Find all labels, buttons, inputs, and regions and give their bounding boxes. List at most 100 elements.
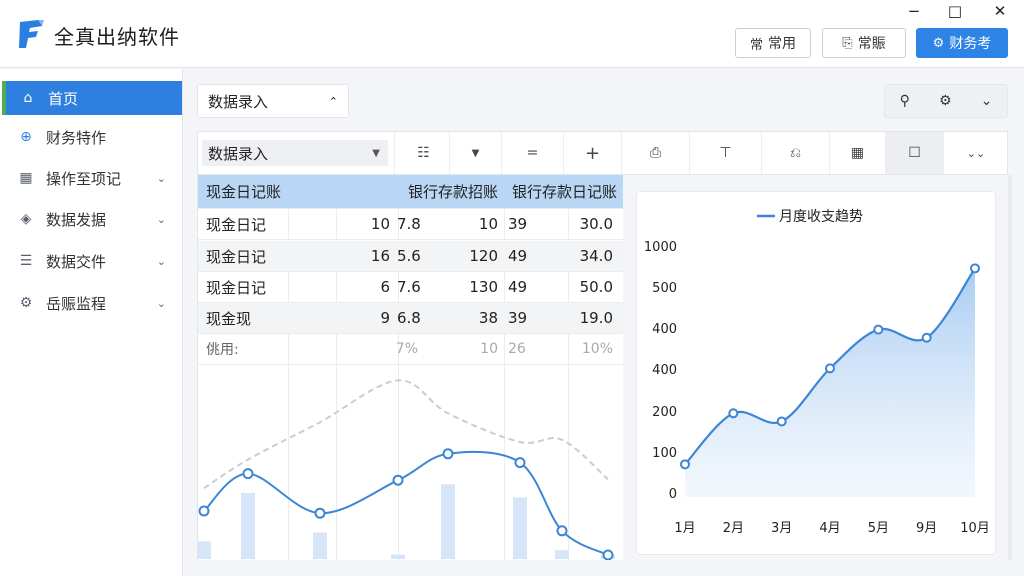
sidebar-item-label: 财务特作 bbox=[46, 128, 107, 147]
y-tick-label: 400 bbox=[652, 363, 677, 378]
grid-icon: ▦ bbox=[19, 170, 33, 186]
common-icon: 常 bbox=[749, 37, 763, 53]
background-series-a-point bbox=[514, 457, 526, 469]
background-series-b-line bbox=[203, 379, 609, 490]
title-bar: 全真出纳软件 − □ ✕ 常 常用 ⎘ 常賑 ⚙ 财务考 bbox=[0, 0, 1024, 68]
data-table: 现金日记账 银行存款招账 银行存款日记账 现金日记 10 7.8 10 39 3… bbox=[197, 175, 623, 560]
background-bar bbox=[513, 497, 527, 559]
home-icon: ⌂ bbox=[23, 90, 33, 106]
close-button[interactable]: ✕ bbox=[989, 2, 1011, 20]
common-button-label: 常用 bbox=[768, 36, 796, 52]
chevron-down-icon: ⌄ bbox=[156, 212, 166, 226]
data-point bbox=[825, 363, 835, 374]
x-tick-label: 4月 bbox=[819, 521, 840, 536]
sidebar-item-label: 岳赈监程 bbox=[46, 294, 107, 313]
plus-circle-icon: ⊕ bbox=[20, 129, 32, 145]
sidebar: ⌂ 首页 ⊕ 财务特作 ▦ 操作至项记 ⌄ ◈ 数据发据 ⌄ ☰ 数据交件 ⌄ … bbox=[0, 69, 183, 576]
data-entry-dropdown[interactable]: 数据录入 ⌃ bbox=[197, 84, 349, 118]
y-tick-label: 200 bbox=[652, 405, 677, 420]
data-entry-dropdown-label: 数据录入 bbox=[208, 92, 269, 111]
finance-button-label: 财务考 bbox=[949, 36, 992, 52]
shield-icon: ◈ bbox=[20, 211, 32, 227]
equals-icon[interactable]: = bbox=[502, 132, 564, 174]
more-icon[interactable]: ⌄⌄ bbox=[944, 132, 1008, 174]
chevron-down-icon: ⌄ bbox=[156, 296, 166, 310]
list-icon[interactable]: ☷ bbox=[398, 132, 450, 174]
data-entry-select-label: 数据录入 bbox=[208, 144, 269, 163]
finance-button[interactable]: ⚙ 财务考 bbox=[916, 28, 1008, 58]
background-trend-chart bbox=[198, 379, 615, 560]
data-point bbox=[680, 459, 690, 470]
data-point bbox=[970, 263, 980, 274]
data-entry-select[interactable]: 数据录入 ▼ bbox=[202, 140, 388, 166]
caret-down-icon[interactable]: ▼ bbox=[450, 132, 502, 174]
x-tick-label: 2月 bbox=[723, 521, 744, 536]
print-icon[interactable]: ⎙ bbox=[622, 132, 690, 174]
add-icon[interactable]: + bbox=[564, 132, 622, 174]
common-button[interactable]: 常 常用 bbox=[735, 28, 811, 58]
background-series-a-point bbox=[198, 505, 210, 517]
chevron-down-icon: ⌄ bbox=[156, 254, 166, 268]
sidebar-item-finance-ops[interactable]: ⊕ 财务特作 bbox=[4, 120, 182, 154]
data-point bbox=[873, 324, 884, 335]
grid-view-icon[interactable]: ▦ bbox=[830, 132, 886, 174]
undo-icon[interactable]: ⎌ bbox=[762, 132, 830, 174]
document-icon[interactable]: ☐ bbox=[886, 132, 944, 174]
user-toolbar: ⚲ ⚙ ⌄ bbox=[884, 84, 1008, 118]
sidebar-item-data-publish[interactable]: ◈ 数据发据 ⌄ bbox=[4, 202, 182, 236]
gear-icon: ⚙ bbox=[932, 35, 945, 51]
background-series-a-point bbox=[602, 549, 614, 560]
data-point bbox=[728, 408, 739, 419]
scrollbar[interactable] bbox=[1008, 175, 1012, 560]
background-bar bbox=[391, 554, 405, 559]
app-title: 全真出纳软件 bbox=[54, 25, 180, 49]
settings-icon[interactable]: ⚙ bbox=[939, 93, 952, 109]
x-tick-label: 1月 bbox=[674, 521, 695, 536]
monthly-trend-chart: 月度收支趋势100050040040020010001月 2月 3月 4月 5月 9月 10… bbox=[644, 209, 990, 536]
table-toolbar: 数据录入 ▼ ☷ ▼ = + ⎙ ⊤ ⎌ ▦ ☐ ⌄⌄ bbox=[197, 131, 1008, 175]
background-bar bbox=[313, 532, 327, 559]
x-tick-label: 5月 bbox=[868, 521, 889, 536]
text-icon[interactable]: ⊤ bbox=[690, 132, 762, 174]
sidebar-item-monitoring[interactable]: ⚙ 岳赈监程 ⌄ bbox=[4, 286, 182, 320]
y-tick-label: 400 bbox=[652, 322, 677, 337]
legend-label: 月度收支趋势 bbox=[779, 209, 863, 225]
background-series-a-line bbox=[203, 450, 609, 556]
copy-icon: ⎘ bbox=[842, 35, 853, 51]
y-tick-label: 0 bbox=[669, 487, 677, 502]
data-point bbox=[776, 416, 787, 427]
gear-icon: ⚙ bbox=[19, 295, 33, 311]
background-series-a-point bbox=[392, 474, 404, 486]
sidebar-item-operations[interactable]: ▦ 操作至项记 ⌄ bbox=[4, 161, 182, 195]
background-series-a-point bbox=[556, 525, 568, 537]
monthly-trend-chart-card: 月度收支趋势 1000 500 400 400 200 100 0 1月 2月 3月 4月 5月 9月 10… bbox=[636, 191, 996, 555]
sidebar-item-label: 首页 bbox=[48, 89, 79, 108]
minimize-button[interactable]: − bbox=[903, 2, 925, 20]
background-bar bbox=[441, 484, 455, 559]
caret-down-icon: ▼ bbox=[372, 147, 380, 159]
data-point bbox=[921, 332, 932, 343]
sidebar-item-home[interactable]: ⌂ 首页 bbox=[2, 81, 182, 115]
sidebar-item-label: 数据交件 bbox=[46, 252, 107, 271]
ledger-button-label: 常賑 bbox=[857, 36, 886, 52]
toolbar-divider bbox=[394, 132, 395, 174]
x-tick-label: 3月 bbox=[771, 521, 792, 536]
y-tick-label: 100 bbox=[652, 446, 677, 461]
sidebar-item-data-files[interactable]: ☰ 数据交件 ⌄ bbox=[4, 244, 182, 278]
ledger-button[interactable]: ⎘ 常賑 bbox=[822, 28, 906, 58]
sidebar-item-label: 操作至项记 bbox=[46, 169, 122, 188]
database-icon: ☰ bbox=[19, 253, 33, 269]
sidebar-item-label: 数据发据 bbox=[46, 210, 107, 229]
maximize-button[interactable]: □ bbox=[944, 2, 966, 20]
area-fill bbox=[685, 268, 975, 497]
background-series-a-point bbox=[242, 468, 254, 480]
user-icon[interactable]: ⚲ bbox=[900, 93, 910, 109]
chevron-down-icon: ⌄ bbox=[156, 171, 166, 185]
chevron-down-icon[interactable]: ⌄ bbox=[981, 93, 993, 109]
background-bar bbox=[555, 550, 569, 559]
background-series-a-point bbox=[314, 507, 326, 519]
app-logo-icon bbox=[19, 20, 44, 48]
background-bar bbox=[241, 493, 255, 559]
y-tick-label: 1000 bbox=[644, 240, 677, 255]
background-series-a-point bbox=[442, 448, 454, 460]
